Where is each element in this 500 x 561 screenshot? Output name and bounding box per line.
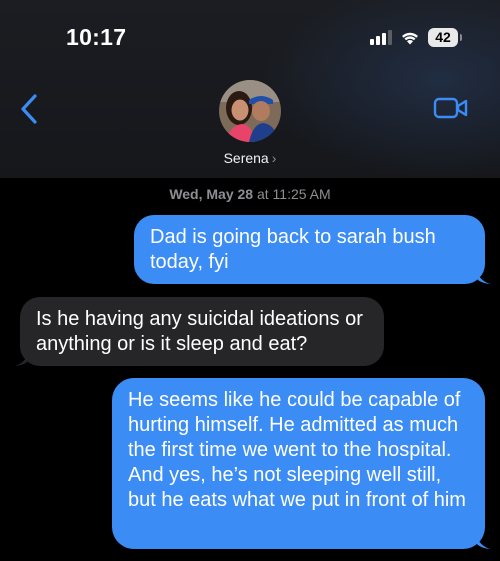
message-text: Is he having any suicidal ideations or a… — [36, 308, 363, 355]
message-timestamp: Wed, May 28 at 11:25 AM — [0, 186, 500, 202]
conversation-header: 10:17 42 Serena › — [0, 0, 500, 178]
bubble-tail — [476, 533, 490, 549]
avatar-photo — [219, 80, 281, 142]
status-time: 10:17 — [66, 24, 127, 50]
message-bubble-outgoing[interactable]: Dad is going back to sarah bush today, f… — [134, 215, 490, 284]
message-text: He seems like he could be capable of hur… — [128, 389, 466, 511]
message-text: Dad is going back to sarah bush today, f… — [150, 226, 436, 273]
signal-icon — [370, 29, 392, 45]
message-bubble-outgoing[interactable]: He seems like he could be capable of hur… — [112, 378, 490, 549]
contact-name-label: Serena — [223, 150, 269, 166]
video-call-icon[interactable] — [433, 96, 469, 120]
contact-name[interactable]: Serena › — [0, 150, 500, 166]
status-icons: 42 — [370, 26, 462, 48]
wifi-icon — [402, 32, 418, 44]
timestamp-day: Wed, May 28 — [169, 186, 254, 202]
avatar[interactable] — [219, 80, 281, 142]
bubble-tail — [476, 268, 490, 284]
message-bubble-incoming[interactable]: Is he having any suicidal ideations or a… — [15, 297, 384, 366]
bubble-tail — [15, 350, 29, 366]
battery-icon: 42 — [428, 27, 462, 47]
timestamp-time: at 11:25 AM — [253, 186, 331, 202]
chevron-right-icon: › — [271, 150, 277, 166]
back-chevron-icon[interactable] — [18, 93, 40, 125]
